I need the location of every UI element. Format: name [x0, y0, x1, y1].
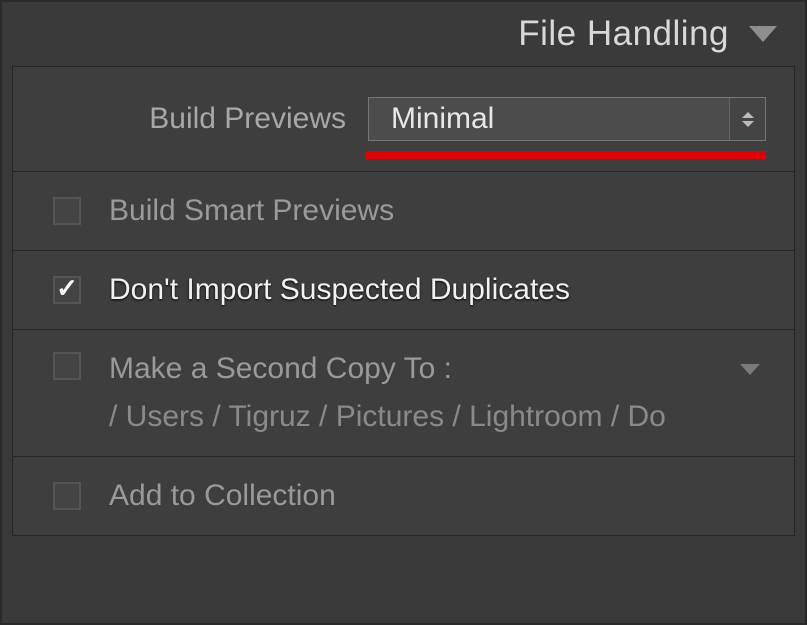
add-to-collection-checkbox[interactable]: [53, 482, 81, 510]
second-copy-label: Make a Second Copy To :: [109, 352, 452, 386]
dont-import-duplicates-row[interactable]: Don't Import Suspected Duplicates: [13, 251, 794, 330]
build-previews-row: Build Previews Minimal: [13, 67, 794, 172]
add-to-collection-label: Add to Collection: [109, 479, 336, 513]
build-previews-label: Build Previews: [149, 102, 346, 136]
dont-import-duplicates-checkbox[interactable]: [53, 276, 81, 304]
highlight-underline: [365, 151, 766, 159]
second-copy-row[interactable]: Make a Second Copy To : / Users / Tigruz…: [13, 330, 794, 457]
build-previews-value: Minimal: [391, 102, 494, 136]
dropdown-stepper-icon[interactable]: [729, 98, 765, 140]
build-smart-previews-checkbox[interactable]: [53, 197, 81, 225]
build-smart-previews-label: Build Smart Previews: [109, 194, 394, 228]
add-to-collection-row[interactable]: Add to Collection: [13, 457, 794, 535]
second-copy-checkbox[interactable]: [53, 352, 81, 380]
file-handling-section: Build Previews Minimal Build Smart Previ…: [12, 66, 795, 536]
build-previews-dropdown[interactable]: Minimal: [368, 97, 766, 141]
panel-title: File Handling: [518, 14, 729, 54]
expand-triangle-icon[interactable]: [740, 364, 760, 375]
collapse-triangle-icon[interactable]: [749, 26, 777, 42]
panel-header[interactable]: File Handling: [2, 2, 805, 66]
dont-import-duplicates-label: Don't Import Suspected Duplicates: [109, 273, 570, 307]
build-smart-previews-row[interactable]: Build Smart Previews: [13, 172, 794, 251]
second-copy-path: / Users / Tigruz / Pictures / Lightroom …: [53, 400, 766, 434]
